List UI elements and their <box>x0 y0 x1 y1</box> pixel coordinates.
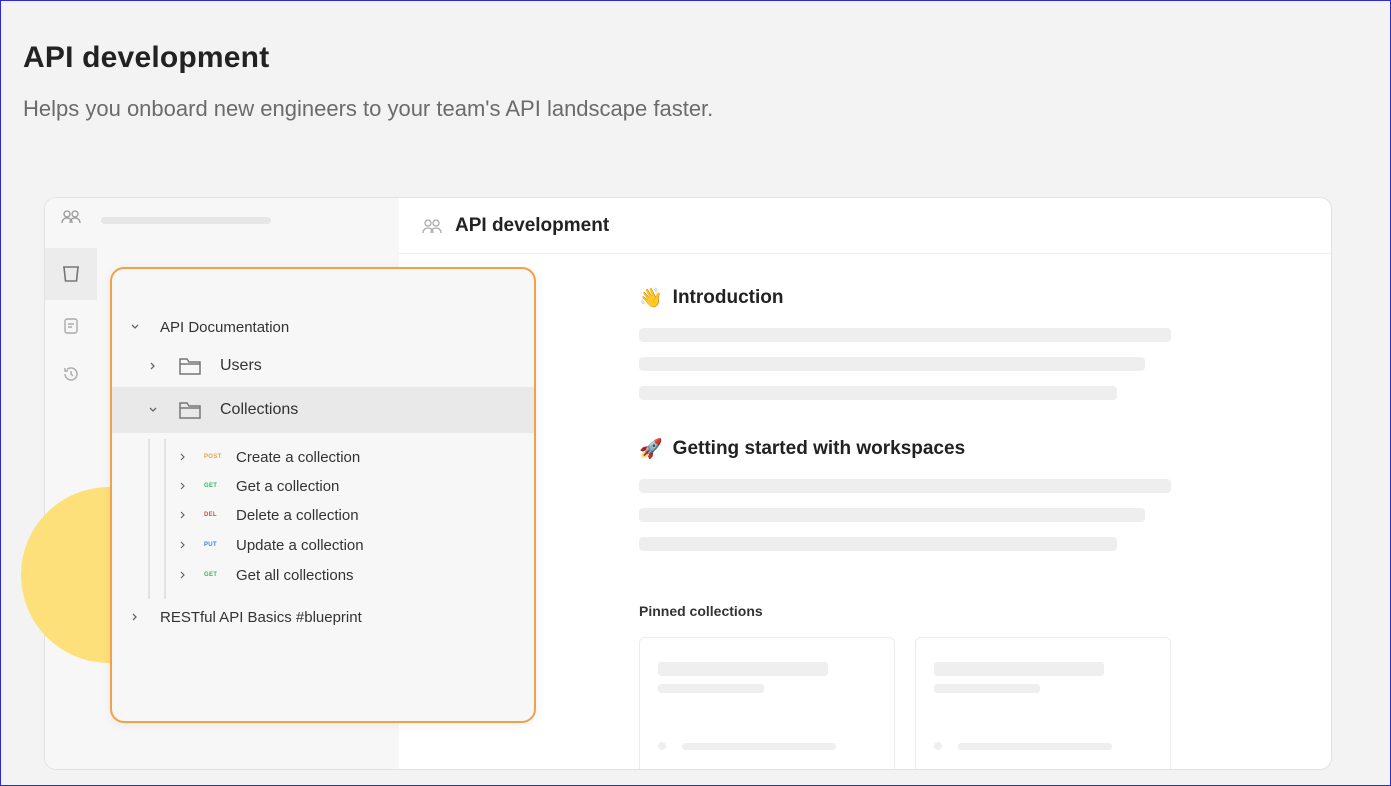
apis-icon[interactable] <box>45 300 97 352</box>
chevron-down-icon <box>146 405 160 415</box>
page-title: API development <box>23 41 270 74</box>
pinned-collection-card[interactable] <box>639 637 895 769</box>
request-item[interactable]: PUT Update a collection <box>112 531 534 559</box>
method-badge: DEL <box>204 512 217 518</box>
pinned-collections-label: Pinned collections <box>639 603 763 619</box>
text-placeholder <box>639 357 1145 371</box>
request-label: Get all collections <box>236 566 354 584</box>
pinned-collection-card[interactable] <box>915 637 1171 769</box>
text-placeholder <box>639 508 1145 522</box>
card-placeholder <box>658 684 764 693</box>
text-placeholder <box>639 328 1171 342</box>
chevron-right-icon <box>176 540 190 550</box>
folder-icon <box>178 400 202 420</box>
card-placeholder <box>658 742 666 750</box>
card-placeholder <box>934 662 1104 676</box>
sidebar-rail <box>45 198 98 769</box>
tree-item-label: RESTful API Basics #blueprint <box>160 608 362 626</box>
method-badge: GET <box>204 483 218 489</box>
tree-item-restful-api-basics[interactable]: RESTful API Basics #blueprint <box>112 603 534 631</box>
request-item[interactable]: GET Get a collection <box>112 472 534 500</box>
team-icon <box>61 210 81 229</box>
chevron-down-icon <box>128 322 142 332</box>
method-badge: PUT <box>204 542 217 548</box>
workspace-overview: 👋 Introduction 🚀 Getting started with wo… <box>639 283 1179 769</box>
collections-icon[interactable] <box>45 248 97 300</box>
card-placeholder <box>682 743 836 750</box>
page-subtitle: Helps you onboard new engineers to your … <box>23 96 714 121</box>
card-placeholder <box>958 743 1112 750</box>
folder-icon <box>178 356 202 376</box>
pinned-collections <box>639 637 1179 769</box>
card-placeholder <box>934 684 1040 693</box>
section-introduction: 👋 Introduction <box>639 283 1179 313</box>
history-icon[interactable] <box>45 348 97 400</box>
chevron-right-icon <box>146 361 160 371</box>
card-placeholder <box>658 662 828 676</box>
tree-item-users[interactable]: Users <box>112 347 534 385</box>
request-label: Delete a collection <box>236 506 359 524</box>
tree-item-label: API Documentation <box>160 318 290 336</box>
text-placeholder <box>639 386 1117 400</box>
workspace-header: API development <box>399 198 1331 254</box>
sidebar-placeholder <box>101 217 271 224</box>
tree-item-api-documentation[interactable]: API Documentation <box>112 313 534 341</box>
collection-tree-panel: API Documentation Users Collections POST… <box>110 267 536 723</box>
chevron-right-icon <box>176 570 190 580</box>
wave-icon: 👋 <box>639 288 663 309</box>
card-placeholder <box>934 742 942 750</box>
chevron-right-icon <box>128 612 142 622</box>
tree-item-collections[interactable]: Collections <box>112 387 534 433</box>
section-title: Introduction <box>672 287 784 308</box>
method-badge: POST <box>204 454 222 460</box>
text-placeholder <box>639 479 1171 493</box>
request-item[interactable]: DEL Delete a collection <box>112 501 534 529</box>
request-item[interactable]: GET Get all collections <box>112 561 534 589</box>
section-getting-started: 🚀 Getting started with workspaces <box>639 434 1179 464</box>
tree-item-label: Users <box>220 357 262 374</box>
request-item[interactable]: POST Create a collection <box>112 443 534 471</box>
rocket-icon: 🚀 <box>639 439 663 460</box>
chevron-right-icon <box>176 510 190 520</box>
team-icon <box>421 218 443 234</box>
text-placeholder <box>639 537 1117 551</box>
request-label: Update a collection <box>236 536 364 554</box>
chevron-right-icon <box>176 481 190 491</box>
chevron-right-icon <box>176 452 190 462</box>
tree-item-label: Collections <box>220 401 299 418</box>
workspace-title: API development <box>455 214 610 236</box>
request-label: Get a collection <box>236 477 340 495</box>
method-badge: GET <box>204 572 218 578</box>
request-label: Create a collection <box>236 448 361 466</box>
section-title: Getting started with workspaces <box>672 438 966 459</box>
